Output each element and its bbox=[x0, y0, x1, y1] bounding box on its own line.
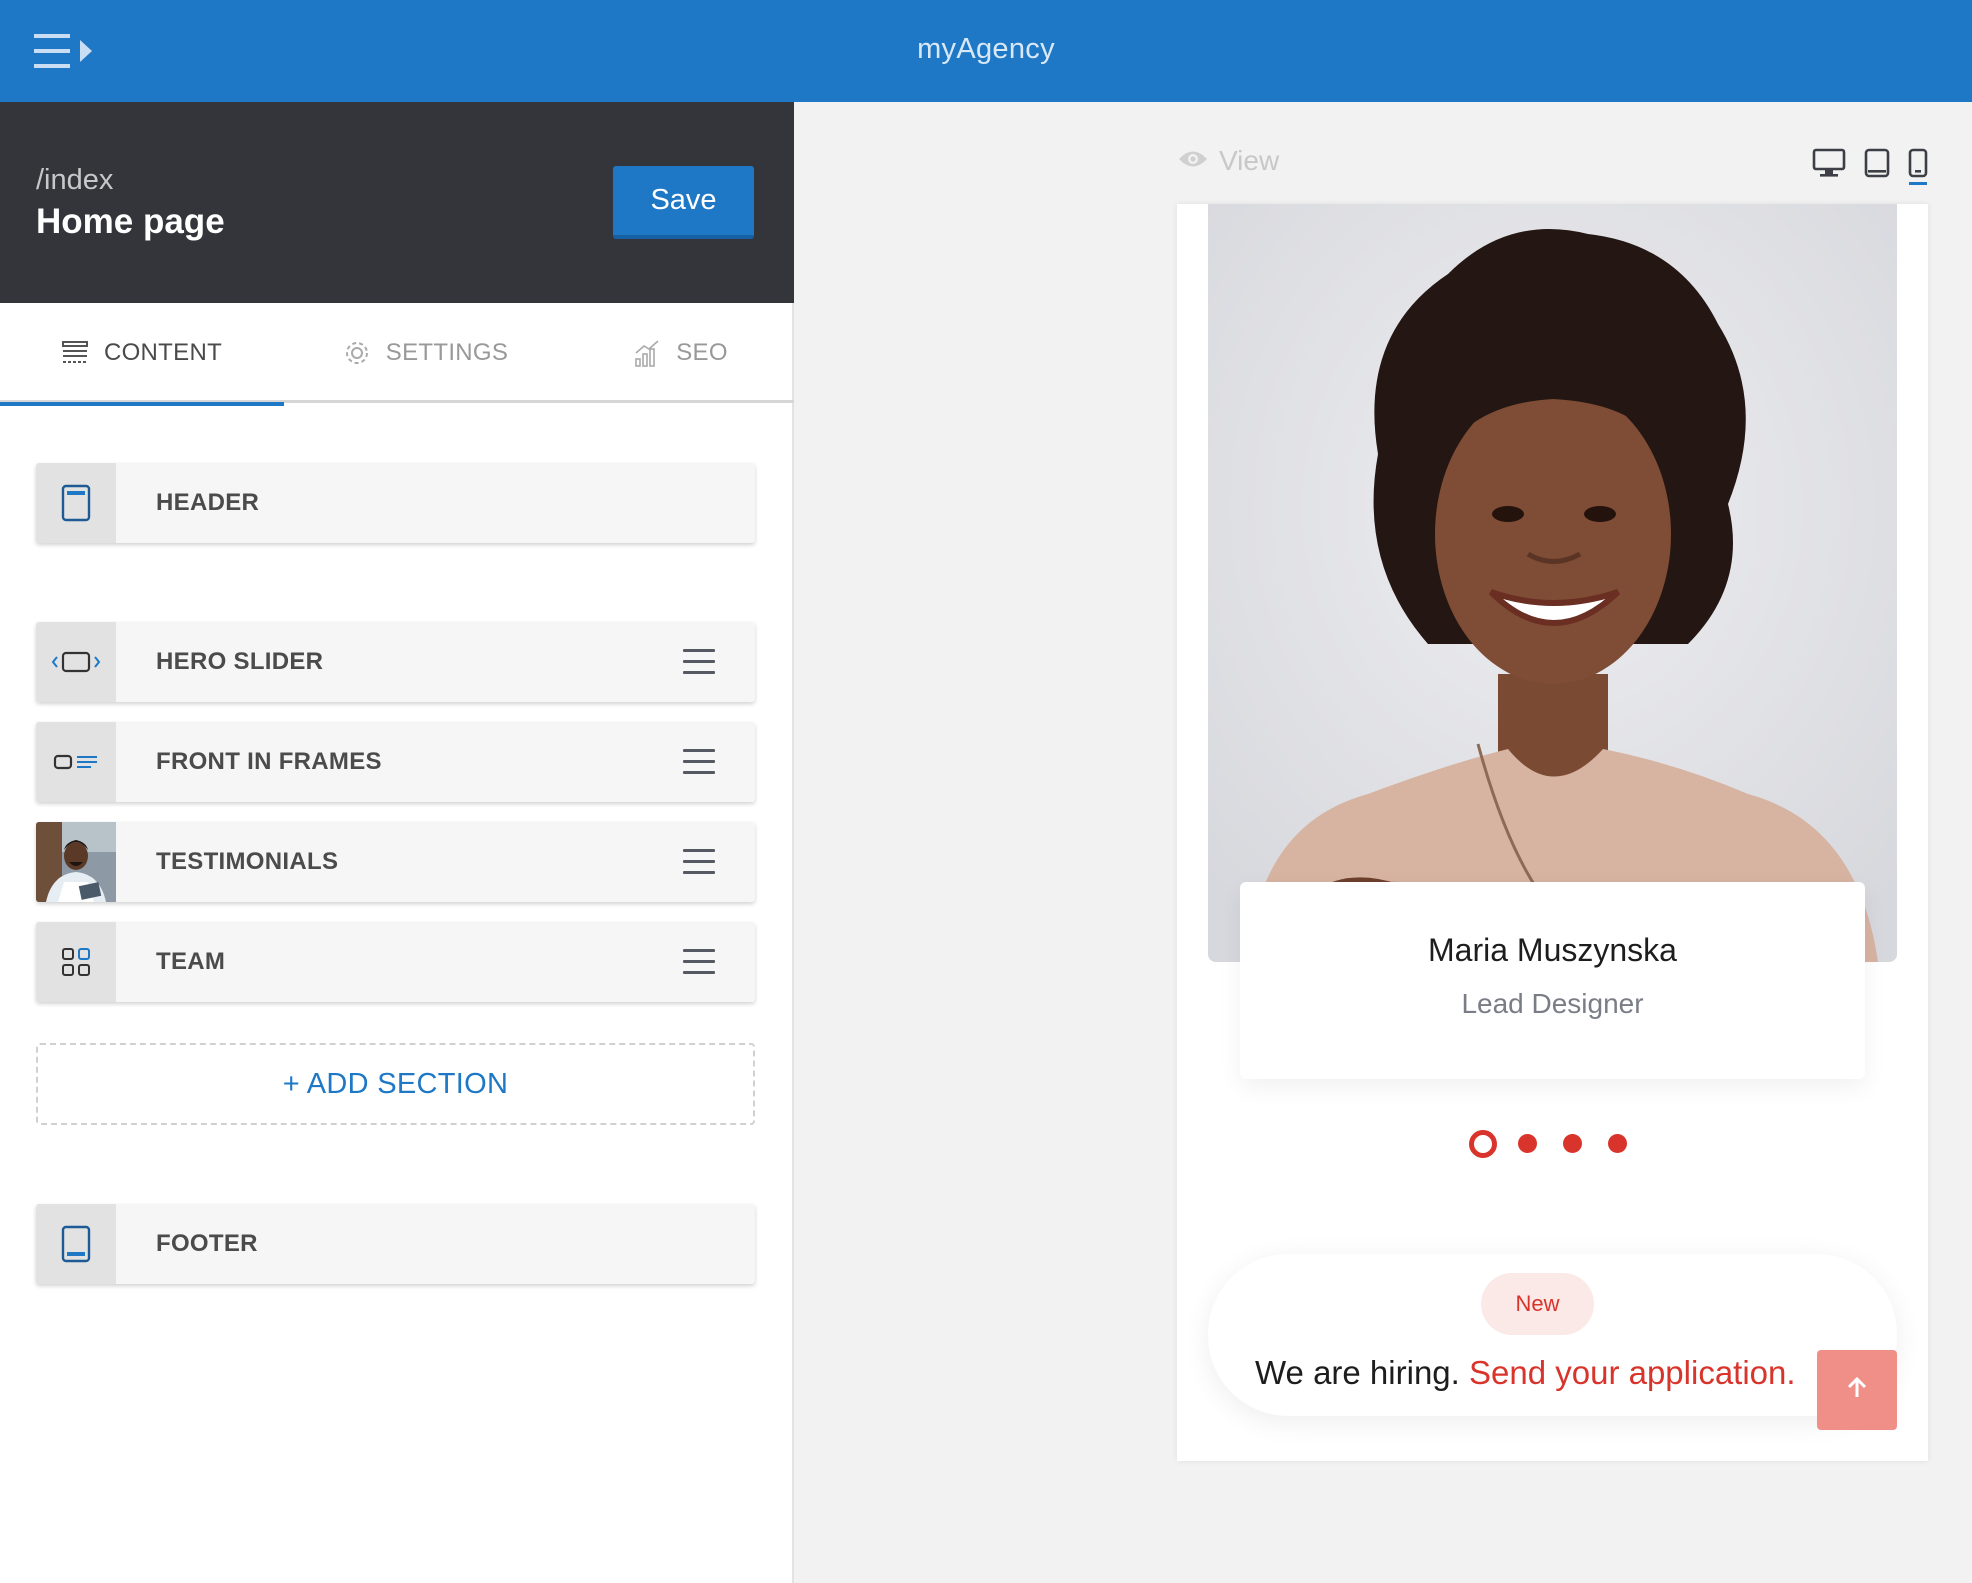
drag-handle-icon[interactable] bbox=[683, 849, 715, 876]
testimonial-thumbnail bbox=[36, 822, 116, 902]
chart-icon bbox=[634, 339, 660, 367]
header-layout-icon bbox=[36, 463, 116, 543]
section-footer[interactable]: FOOTER bbox=[36, 1204, 755, 1284]
tab-settings[interactable]: SETTINGS bbox=[284, 303, 568, 403]
new-badge: New bbox=[1481, 1273, 1594, 1335]
team-member-role: Lead Designer bbox=[1461, 988, 1644, 1019]
drag-handle-icon[interactable] bbox=[683, 649, 715, 676]
team-member-photo bbox=[1208, 204, 1897, 962]
section-header[interactable]: HEADER bbox=[36, 463, 755, 543]
view-label-text: View bbox=[1219, 145, 1280, 176]
hiring-text: We are hiring. bbox=[1255, 1354, 1460, 1391]
gear-icon bbox=[344, 340, 370, 366]
section-testimonials[interactable]: TESTIMONIALS bbox=[36, 822, 755, 902]
slider-dot-1[interactable] bbox=[1469, 1130, 1497, 1158]
team-member-name: Maria Muszynska bbox=[1428, 932, 1677, 968]
editor-panel: /index Home page Save CONTENT SETTINGS S… bbox=[0, 102, 794, 1583]
add-section-button[interactable]: + ADD SECTION bbox=[36, 1043, 755, 1125]
slider-dot-4[interactable] bbox=[1608, 1134, 1627, 1153]
section-hero-slider-label: HERO SLIDER bbox=[156, 648, 324, 675]
mobile-icon[interactable] bbox=[1908, 148, 1928, 183]
tablet-icon[interactable] bbox=[1864, 148, 1890, 183]
section-front-in-frames[interactable]: FRONT IN FRAMES bbox=[36, 722, 755, 802]
team-member-card: Maria Muszynska Lead Designer bbox=[1240, 882, 1865, 1079]
drag-handle-icon[interactable] bbox=[683, 749, 715, 776]
mobile-preview: Maria Muszynska Lead Designer New We are… bbox=[1177, 204, 1928, 1461]
editor-tabs: CONTENT SETTINGS SEO bbox=[0, 303, 794, 406]
tab-seo[interactable]: SEO bbox=[568, 303, 794, 403]
desktop-icon[interactable] bbox=[1812, 148, 1846, 183]
section-testimonials-label: TESTIMONIALS bbox=[156, 848, 339, 875]
section-team[interactable]: TEAM bbox=[36, 922, 755, 1002]
tab-content[interactable]: CONTENT bbox=[0, 303, 284, 406]
tab-seo-label: SEO bbox=[676, 339, 728, 366]
page-title: Home page bbox=[36, 202, 225, 241]
slider-icon bbox=[36, 622, 116, 702]
section-team-label: TEAM bbox=[156, 948, 226, 975]
content-icon bbox=[61, 341, 88, 365]
apply-link[interactable]: Send your application. bbox=[1469, 1354, 1796, 1391]
scroll-to-top-button[interactable] bbox=[1817, 1350, 1897, 1430]
section-hero-slider[interactable]: HERO SLIDER bbox=[36, 622, 755, 702]
frames-icon bbox=[36, 722, 116, 802]
active-device-indicator bbox=[1909, 182, 1927, 185]
hiring-message: We are hiring. Send your application. bbox=[1255, 1354, 1796, 1392]
drag-handle-icon[interactable] bbox=[683, 949, 715, 976]
arrow-up-icon bbox=[1845, 1376, 1869, 1405]
grid-icon bbox=[36, 922, 116, 1002]
tab-settings-label: SETTINGS bbox=[385, 339, 509, 366]
page-path: /index bbox=[36, 164, 114, 196]
top-bar: myAgency bbox=[0, 0, 1972, 102]
hiring-banner: New We are hiring. Send your application… bbox=[1208, 1254, 1897, 1416]
eye-icon bbox=[1177, 145, 1209, 177]
section-front-in-frames-label: FRONT IN FRAMES bbox=[156, 748, 382, 775]
app-title: myAgency bbox=[917, 33, 1055, 65]
slider-dot-3[interactable] bbox=[1563, 1134, 1582, 1153]
slider-dot-2[interactable] bbox=[1518, 1134, 1537, 1153]
page-header: /index Home page Save bbox=[0, 102, 794, 303]
view-label: View bbox=[1177, 145, 1279, 177]
save-button[interactable]: Save bbox=[613, 166, 754, 239]
section-footer-label: FOOTER bbox=[156, 1230, 258, 1257]
footer-layout-icon bbox=[36, 1204, 116, 1284]
section-header-label: HEADER bbox=[156, 489, 260, 516]
tab-content-label: CONTENT bbox=[103, 339, 223, 366]
